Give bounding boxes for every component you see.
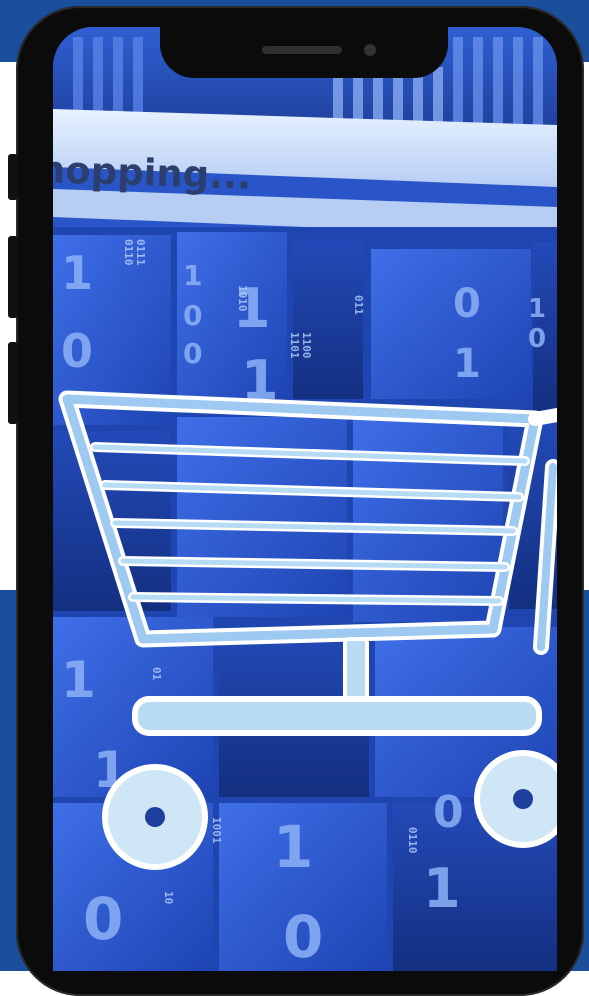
binary-string: 011 — [352, 295, 365, 315]
digit: 0 — [528, 324, 546, 354]
phone-side-button-volume-down — [8, 342, 18, 424]
digit: 0 — [433, 787, 464, 838]
digit: 1 — [453, 341, 481, 387]
binary-string: 0110 — [122, 239, 135, 266]
digit: 1 — [183, 259, 202, 292]
digit: 0 — [183, 299, 202, 332]
binary-string: 01 — [150, 667, 163, 681]
phone-side-button-mute — [8, 154, 18, 200]
binary-string: 1101 — [288, 332, 301, 359]
binary-string: 1001 — [210, 817, 223, 844]
shopping-label: hopping... — [53, 148, 252, 198]
digit: 0 — [183, 337, 202, 370]
digit: 1 — [423, 857, 461, 920]
digit: 0 — [61, 324, 93, 378]
digit: 1 — [61, 651, 96, 709]
phone-side-button-volume-up — [8, 236, 18, 318]
front-camera-icon — [364, 44, 376, 56]
digit: 0 — [453, 281, 481, 327]
speaker-grille — [262, 46, 342, 54]
binary-string: 0111 — [134, 239, 147, 266]
binary-string: 1100 — [300, 332, 313, 359]
digit: 1 — [528, 294, 546, 324]
binary-string: 10 — [162, 891, 175, 904]
digit: 1 — [273, 813, 313, 881]
phone-screen: 1 0 1 0 0 1 1 0 1 1 0 1 1 0 1 0 1 0 0110… — [53, 27, 557, 971]
digit: 0 — [283, 903, 323, 971]
binary-string: 0110 — [406, 827, 419, 854]
digit: 1 — [61, 246, 93, 300]
binary-string: 1010 — [236, 285, 249, 312]
digit: 0 — [83, 885, 123, 953]
